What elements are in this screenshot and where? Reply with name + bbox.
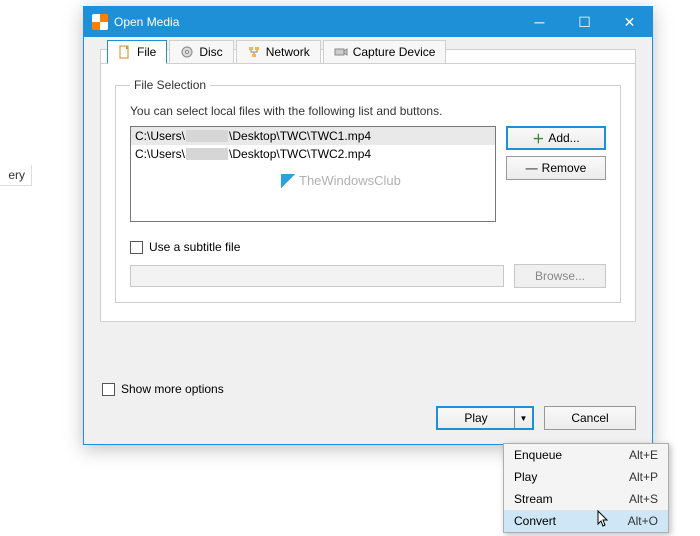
network-icon [247,45,261,59]
watermark-text: TheWindowsClub [299,173,401,188]
menu-item-play[interactable]: Play Alt+P [504,466,668,488]
capture-icon [334,45,348,59]
add-button[interactable]: ＋ Add... [506,126,606,150]
add-label: Add... [548,131,579,145]
tab-disc[interactable]: Disc [169,40,233,64]
use-subtitle-checkbox[interactable] [130,241,143,254]
redacted-username [186,130,228,142]
tabstrip: File Disc Network [101,38,635,64]
open-media-window: Open Media ─ ☐ ✕ File Disc [83,6,653,445]
tab-capture[interactable]: Capture Device [323,40,447,64]
play-label: Play [464,411,487,425]
play-split-button[interactable]: Play ▼ [436,406,534,430]
play-dropdown-menu: Enqueue Alt+E Play Alt+P Stream Alt+S Co… [503,443,669,533]
menu-label: Stream [514,492,629,506]
play-button[interactable]: Play [438,408,514,428]
window-client: File Disc Network [84,37,652,444]
show-more-row: Show more options [102,382,636,396]
tab-body: File Selection You can select local file… [101,63,635,321]
menu-item-enqueue[interactable]: Enqueue Alt+E [504,444,668,466]
tab-network-label: Network [266,45,310,59]
file-path-pre: C:\Users\ [135,129,185,143]
tab-file[interactable]: File [107,40,167,64]
browse-button: Browse... [514,264,606,288]
file-path-pre: C:\Users\ [135,147,185,161]
play-dropdown-toggle[interactable]: ▼ [514,408,532,428]
mouse-cursor-icon [597,510,611,532]
menu-shortcut: Alt+P [629,470,658,484]
bottom-row: Play ▼ Cancel [100,406,636,430]
file-selection-group: File Selection You can select local file… [115,78,621,303]
list-item[interactable]: C:\Users\ \Desktop\TWC\TWC1.mp4 [131,127,495,145]
background-sidebar-text: ery [0,165,32,186]
cancel-button[interactable]: Cancel [544,406,636,430]
remove-label: Remove [542,161,587,175]
maximize-button[interactable]: ☐ [562,7,607,37]
tab-network[interactable]: Network [236,40,321,64]
tabs-frame: File Disc Network [100,49,636,322]
watermark: TheWindowsClub [281,173,401,188]
minimize-button[interactable]: ─ [517,7,562,37]
file-selection-hint: You can select local files with the foll… [130,104,606,118]
file-path-post: \Desktop\TWC\TWC2.mp4 [229,147,371,161]
menu-shortcut: Alt+E [629,448,658,462]
tab-file-label: File [137,45,156,59]
watermark-icon [281,174,295,188]
list-item[interactable]: C:\Users\ \Desktop\TWC\TWC2.mp4 [131,145,495,163]
menu-shortcut: Alt+O [628,514,658,528]
tab-disc-label: Disc [199,45,222,59]
file-list[interactable]: C:\Users\ \Desktop\TWC\TWC1.mp4 C:\Users\… [130,126,496,222]
minus-icon: — [526,161,538,175]
file-buttons: ＋ Add... — Remove [506,126,606,222]
subtitle-browse-row: Browse... [130,264,606,288]
menu-item-stream[interactable]: Stream Alt+S [504,488,668,510]
window-title: Open Media [114,15,517,29]
file-path-post: \Desktop\TWC\TWC1.mp4 [229,129,371,143]
disc-icon [180,45,194,59]
subtitle-path-input [130,265,504,287]
menu-shortcut: Alt+S [629,492,658,506]
close-button[interactable]: ✕ [607,7,652,37]
subtitle-checkbox-row: Use a subtitle file [130,240,606,254]
tab-capture-label: Capture Device [353,45,436,59]
menu-item-convert[interactable]: Convert Alt+O [504,510,668,532]
menu-label: Enqueue [514,448,629,462]
show-more-label: Show more options [121,382,224,396]
show-more-checkbox[interactable] [102,383,115,396]
window-buttons: ─ ☐ ✕ [517,7,652,37]
remove-button[interactable]: — Remove [506,156,606,180]
file-row: C:\Users\ \Desktop\TWC\TWC1.mp4 C:\Users\… [130,126,606,222]
vlc-cone-icon [92,14,108,30]
file-icon [118,45,132,59]
file-selection-legend: File Selection [130,78,210,92]
menu-label: Play [514,470,629,484]
plus-icon: ＋ [532,130,544,147]
titlebar[interactable]: Open Media ─ ☐ ✕ [84,7,652,37]
redacted-username [186,148,228,160]
use-subtitle-label: Use a subtitle file [149,240,240,254]
